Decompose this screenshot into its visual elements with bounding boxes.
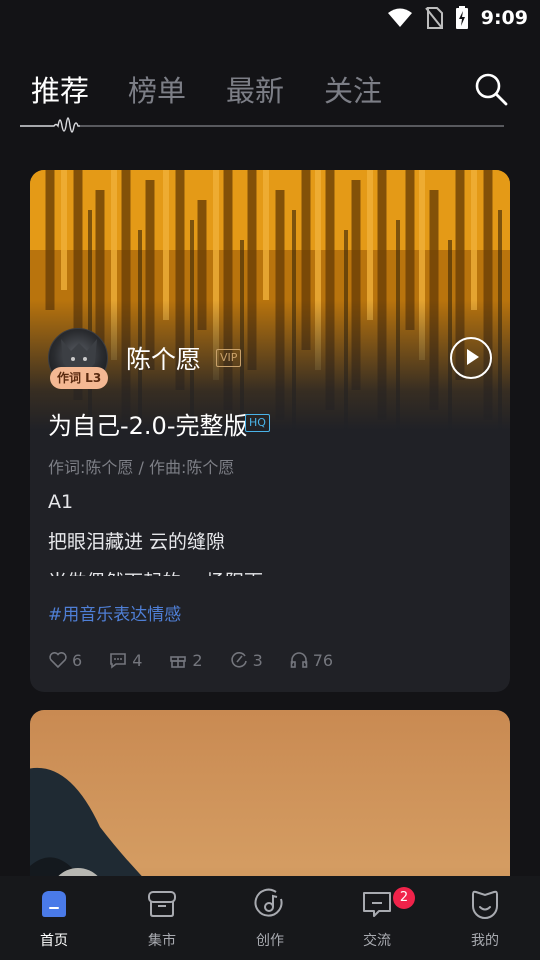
share-icon (230, 652, 247, 668)
like-count: 6 (72, 650, 83, 670)
tab-recommend[interactable]: 推荐 (31, 68, 89, 110)
nav-label: 集市 (148, 933, 176, 949)
create-icon (254, 888, 283, 917)
stats-bar: 6 4 2 3 76 (48, 648, 359, 672)
no-sim-icon (424, 7, 443, 29)
lyrics-preview: A1 把眼泪藏进 云的缝隙 当做偶然下起的 一场阳雨 (48, 486, 488, 576)
heart-icon (49, 652, 67, 669)
nav-profile[interactable]: 我的 (450, 888, 520, 950)
gift-stat[interactable]: 2 (168, 650, 203, 670)
nav-home[interactable]: 首页 (19, 888, 89, 950)
chat-icon (363, 892, 391, 917)
listen-count: 76 (312, 650, 334, 670)
hq-badge: HQ (245, 414, 270, 432)
battery-charging-icon (455, 6, 468, 29)
profile-icon (472, 890, 498, 919)
home-icon (42, 891, 66, 917)
status-icons: 9:09 (387, 5, 528, 31)
lyric-line: 把眼泪藏进 云的缝隙 (48, 531, 226, 553)
nav-label: 首页 (40, 933, 68, 949)
market-icon (148, 891, 176, 917)
song-credits: 作词:陈个愿 / 作曲:陈个愿 (48, 458, 235, 477)
headphones-icon (290, 652, 308, 668)
vip-badge: VIP (216, 349, 242, 367)
top-nav: 推荐 榜单 最新 关注 (0, 64, 540, 114)
bottom-nav: 首页 集市 创作 交流 我的 (0, 876, 540, 960)
hashtag-link[interactable]: #用音乐表达情感 (48, 600, 181, 625)
share-count: 3 (252, 650, 263, 670)
nav-label: 交流 (363, 933, 391, 949)
lyric-line: 当做偶然下起的 一场阳雨 (48, 566, 488, 576)
comment-count: 4 (132, 650, 143, 670)
status-time: 9:09 (480, 7, 528, 29)
wifi-icon (387, 8, 412, 27)
nav-label: 创作 (256, 933, 284, 949)
lyric-line: A1 (48, 491, 74, 513)
song-title[interactable]: 为自己-2.0-完整版 (48, 406, 248, 441)
gift-count: 2 (192, 650, 203, 670)
listen-stat: 76 (289, 650, 333, 670)
search-icon[interactable] (472, 70, 510, 108)
gift-icon (170, 656, 187, 668)
nav-create[interactable]: 创作 (235, 888, 305, 950)
author-name[interactable]: 陈个愿 (126, 340, 201, 376)
chat-unread-badge: 2 (393, 887, 415, 909)
like-stat[interactable]: 6 (48, 650, 82, 670)
tab-latest[interactable]: 最新 (226, 68, 284, 110)
tab-indicator-wave (20, 117, 504, 133)
status-bar: 9:09 (0, 0, 540, 36)
nav-market[interactable]: 集市 (127, 888, 197, 950)
share-stat[interactable]: 3 (229, 650, 263, 670)
song-card[interactable]: 作词 L3 陈个愿 VIP 为自己-2.0-完整版 HQ 作词:陈个愿 / 作曲… (30, 170, 510, 692)
comment-icon (110, 653, 126, 669)
play-button[interactable] (450, 337, 492, 379)
comment-stat[interactable]: 4 (108, 650, 142, 670)
tab-charts[interactable]: 榜单 (128, 68, 186, 110)
nav-label: 我的 (471, 933, 499, 949)
author-level-badge: 作词 L3 (50, 367, 109, 389)
tab-following[interactable]: 关注 (324, 68, 382, 110)
